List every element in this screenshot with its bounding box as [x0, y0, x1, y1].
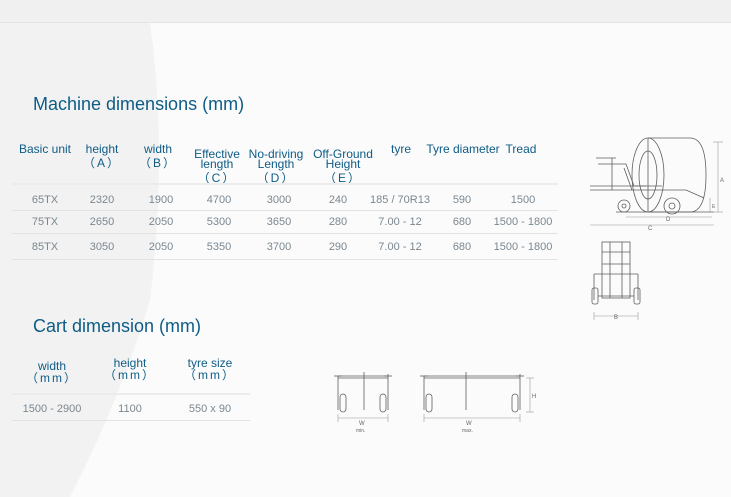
machine-section-title: Machine dimensions (mm): [33, 94, 245, 114]
label-e: E: [712, 204, 716, 210]
row-divider: [12, 420, 250, 421]
machine-side-view-diagram: A E D C: [590, 137, 724, 232]
cell-tyre: 7.00 - 12: [378, 216, 422, 228]
cell-no-driving-length: 3700: [266, 241, 292, 253]
cell-width: 2050: [148, 216, 174, 228]
header-width: width （B）: [138, 142, 177, 170]
label-c: C: [648, 226, 653, 232]
cart-min-width-diagram: W min.: [334, 372, 392, 434]
row-divider: [12, 233, 558, 234]
cell-cart-tyre-size: 550 x 90: [188, 403, 232, 415]
header-off-ground-height: Off-Ground Height （E）: [313, 147, 373, 185]
cart-header-divider: [12, 393, 250, 395]
label-b: B: [614, 315, 618, 321]
cell-height: 2320: [89, 194, 115, 206]
cell-width: 1900: [148, 194, 174, 206]
header-no-driving-length: No-driving Length （D）: [248, 147, 304, 185]
label-w-max: W: [466, 421, 472, 427]
cell-tyre-diameter: 680: [452, 216, 472, 228]
cell-tread: 1500 - 1800: [493, 241, 553, 253]
cart-header-width: width （mm）: [26, 359, 78, 385]
header-height: height （A）: [82, 142, 121, 170]
header-tyre: tyre: [390, 142, 411, 156]
top-bar: [0, 0, 731, 23]
cell-height: 3050: [89, 241, 115, 253]
machine-front-view-diagram: B: [591, 241, 641, 321]
cell-model: 65TX: [31, 194, 59, 206]
row-divider: [12, 210, 558, 211]
header-basic-unit: Basic unit: [18, 142, 72, 156]
cell-off-ground-height: 240: [328, 194, 348, 206]
cell-width: 2050: [148, 241, 174, 253]
cell-model: 85TX: [31, 241, 59, 253]
header-tyre-diameter: Tyre diameter: [426, 142, 500, 156]
label-h: H: [532, 394, 536, 400]
cart-header-tyre-size: tyre size （mm）: [184, 356, 236, 382]
cell-tread: 1500: [510, 194, 536, 206]
cart-header-height: height （mm）: [104, 356, 156, 382]
cell-tread: 1500 - 1800: [493, 216, 553, 228]
label-max: max.: [462, 428, 473, 434]
cell-no-driving-length: 3650: [266, 216, 292, 228]
cell-height: 2650: [89, 216, 115, 228]
cell-tyre-diameter: 680: [452, 241, 472, 253]
cell-effective-length: 5350: [206, 241, 232, 253]
cell-cart-height: 1100: [118, 403, 142, 415]
header-tread: Tread: [505, 142, 537, 156]
cell-tyre-diameter: 590: [452, 194, 472, 206]
cell-effective-length: 5300: [206, 216, 232, 228]
cart-max-width-diagram: H W max.: [420, 372, 536, 434]
label-a: A: [720, 178, 724, 184]
header-divider: [12, 183, 558, 185]
cell-cart-width: 1500 - 2900: [22, 403, 82, 415]
label-min: min.: [356, 428, 365, 434]
cell-no-driving-length: 3000: [266, 194, 292, 206]
cell-off-ground-height: 290: [328, 241, 348, 253]
cell-off-ground-height: 280: [328, 216, 348, 228]
label-w-min: W: [359, 421, 365, 427]
cell-effective-length: 4700: [206, 194, 232, 206]
cell-tyre: 185 / 70R13: [370, 194, 430, 206]
cell-model: 75TX: [31, 216, 59, 228]
header-effective-length: Effective length （C）: [194, 147, 240, 185]
label-d: D: [666, 217, 671, 223]
row-divider: [12, 259, 558, 260]
cart-section-title: Cart dimension (mm): [33, 316, 202, 336]
cell-tyre: 7.00 - 12: [378, 241, 422, 253]
